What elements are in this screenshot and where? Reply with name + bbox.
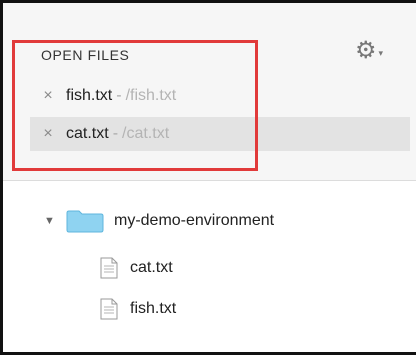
- folder-icon: [66, 210, 104, 233]
- tree-file[interactable]: fish.txt: [100, 297, 176, 321]
- gear-icon: ⚙: [355, 37, 377, 64]
- file-icon: [100, 257, 118, 279]
- file-icon: [100, 298, 118, 320]
- expand-triangle-icon[interactable]: ▼: [44, 215, 56, 227]
- chevron-down-icon: ▾: [378, 47, 384, 58]
- tree-folder[interactable]: ▼ my-demo-environment: [44, 209, 274, 233]
- file-name: fish.txt: [130, 300, 177, 317]
- folder-name: my-demo-environment: [114, 212, 275, 229]
- tree-file[interactable]: cat.txt: [100, 256, 173, 280]
- settings-button[interactable]: ⚙ ▾: [355, 38, 395, 64]
- file-name: cat.txt: [130, 259, 173, 276]
- open-files-highlight: [12, 40, 258, 171]
